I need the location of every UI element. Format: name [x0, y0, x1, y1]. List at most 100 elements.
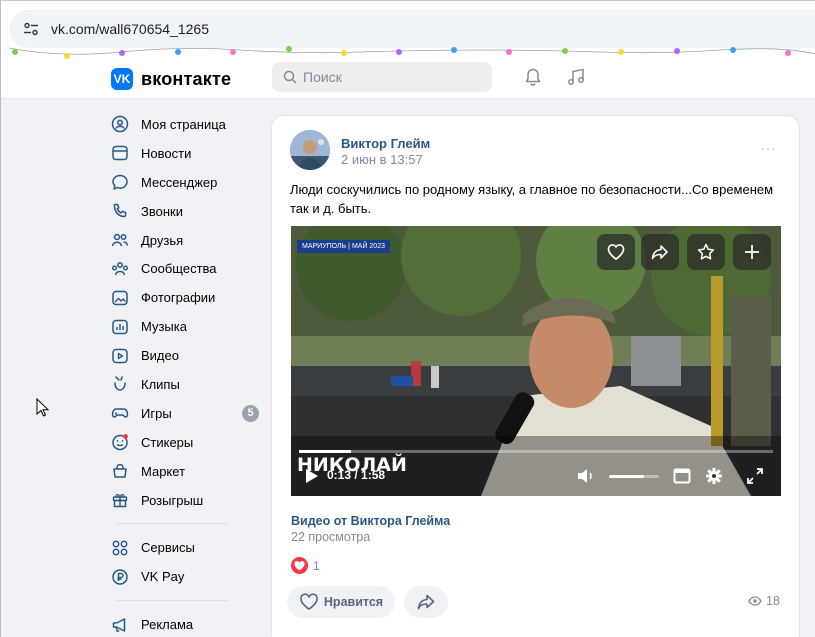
sidebar-item-label: Маркет	[141, 463, 186, 479]
profile-icon	[110, 114, 130, 134]
sidebar-item-friends[interactable]: Друзья	[106, 226, 266, 255]
volume-icon[interactable]	[577, 468, 599, 484]
chat-bubble-icon	[110, 172, 130, 192]
sidebar-item-label: Игры	[141, 405, 172, 421]
friends-icon	[110, 230, 130, 250]
ruble-icon	[110, 567, 130, 587]
sidebar-item-label: Сервисы	[141, 540, 195, 556]
bell-icon[interactable]	[523, 67, 543, 87]
site-settings-icon[interactable]	[23, 21, 39, 37]
heart-filled-icon	[291, 557, 308, 574]
sidebar-item-services[interactable]: Сервисы	[106, 533, 266, 562]
video-time: 0:13 / 1:58	[327, 468, 386, 482]
volume-level	[609, 475, 644, 478]
news-icon	[110, 143, 130, 163]
sidebar-item-label: Моя страница	[141, 116, 226, 132]
sidebar-item-ads[interactable]: Реклама	[106, 610, 266, 637]
search-input[interactable]: Поиск	[272, 62, 492, 92]
video-progress-fill	[299, 450, 352, 453]
sidebar-item-news[interactable]: Новости	[106, 139, 266, 168]
gift-icon	[110, 490, 130, 510]
sidebar-item-messenger[interactable]: Мессенджер	[106, 168, 266, 197]
sidebar-item-label: Фотографии	[141, 290, 216, 306]
sidebar-item-label: Мессенджер	[141, 174, 218, 190]
sidebar-item-communities[interactable]: Сообщества	[106, 254, 266, 283]
video-share-button[interactable]	[641, 234, 679, 270]
sidebar-item-stickers[interactable]: Стикеры	[106, 428, 266, 457]
communities-icon	[110, 259, 130, 279]
window-border	[1, 0, 815, 1]
video-title-link[interactable]: Видео от Виктора Глейма	[291, 514, 450, 528]
likes-summary[interactable]: 1	[291, 557, 320, 574]
video-controls: 0:13 / 1:58	[291, 462, 781, 490]
video-player[interactable]: МАРИУПОЛЬ | МАЙ 2023 НИКОЛАЙ 0:13 / 1:58	[291, 226, 781, 496]
video-bookmark-button[interactable]	[687, 234, 725, 270]
play-icon[interactable]	[305, 468, 319, 484]
vk-logo-text: вконтакте	[141, 68, 232, 89]
megaphone-icon	[110, 615, 130, 635]
post-date[interactable]: 2 июн в 13:57	[341, 152, 423, 167]
address-bar[interactable]: vk.com/wall670654_1265	[9, 10, 815, 48]
sidebar-divider	[116, 600, 229, 602]
services-icon	[110, 538, 130, 558]
sidebar-item-games[interactable]: Игры 5	[106, 399, 266, 428]
video-add-button[interactable]	[733, 234, 771, 270]
post-more-menu[interactable]: ···	[760, 140, 777, 156]
sidebar-item-calls[interactable]: Звонки	[106, 197, 266, 226]
vk-logo-mark: VK	[111, 68, 133, 90]
share-arrow-icon	[417, 594, 435, 610]
sidebar-item-market[interactable]: Маркет	[106, 457, 266, 486]
phone-icon	[110, 201, 130, 221]
sidebar-item-label: Звонки	[141, 203, 183, 219]
gamepad-icon	[110, 403, 130, 423]
fullscreen-icon[interactable]	[747, 468, 763, 484]
video-like-button[interactable]	[597, 234, 635, 270]
vk-logo[interactable]: VK вконтакте	[111, 68, 231, 90]
search-placeholder: Поиск	[303, 69, 342, 85]
like-button[interactable]: Нравится	[287, 586, 395, 618]
search-icon	[283, 70, 297, 84]
sidebar-item-label: Сообщества	[141, 261, 217, 277]
miniplayer-icon[interactable]	[673, 468, 691, 484]
sidebar-item-photos[interactable]: Фотографии	[106, 283, 266, 312]
likes-count: 1	[313, 558, 320, 573]
post-text: Люди соскучились по родному языку, а гла…	[290, 182, 774, 216]
share-button[interactable]	[404, 586, 448, 618]
sidebar-item-label: Новости	[141, 145, 192, 161]
heart-outline-icon	[300, 593, 318, 610]
volume-slider[interactable]	[609, 475, 659, 478]
bag-icon	[110, 461, 130, 481]
vk-header: VK вконтакте Поиск	[1, 55, 815, 99]
author-avatar[interactable]	[290, 130, 330, 170]
sidebar-item-label: Музыка	[141, 319, 187, 335]
sidebar-item-label: Розыгрыш	[141, 492, 204, 508]
post-author-name[interactable]: Виктор Глейм	[341, 136, 430, 151]
sidebar-item-my-page[interactable]: Моя страница	[106, 110, 266, 139]
sidebar-item-clips[interactable]: Клипы	[106, 370, 266, 399]
settings-gear-icon[interactable]	[705, 467, 723, 485]
browser-window: vk.com/wall670654_1265 VK вконтакте Поис…	[0, 0, 815, 637]
clips-icon	[110, 374, 130, 394]
music-icon	[110, 317, 130, 337]
sidebar-item-label: Клипы	[141, 376, 180, 392]
sidebar-item-music[interactable]: Музыка	[106, 312, 266, 341]
url-text[interactable]: vk.com/wall670654_1265	[51, 21, 209, 37]
games-counter-badge: 5	[242, 404, 259, 422]
video-location-tag: МАРИУПОЛЬ | МАЙ 2023	[297, 240, 390, 253]
sidebar-item-label: VK Pay	[141, 569, 185, 585]
like-button-label: Нравится	[323, 595, 384, 609]
sidebar-item-vkpay[interactable]: VK Pay	[106, 562, 266, 591]
sidebar-item-label: Реклама	[141, 617, 194, 633]
plus-icon	[745, 245, 759, 259]
video-progress-bar[interactable]	[299, 450, 773, 453]
sidebar-divider	[116, 523, 229, 525]
view-count-value: 18	[766, 594, 780, 608]
sidebar-item-label: Видео	[141, 348, 179, 364]
sidebar-item-video[interactable]: Видео	[106, 341, 266, 370]
video-icon	[110, 346, 130, 366]
photo-icon	[110, 288, 130, 308]
wall-post: Виктор Глейм 2 июн в 13:57 ··· Люди соск…	[272, 116, 799, 637]
music-note-icon[interactable]	[566, 67, 586, 87]
video-views: 22 просмотра	[291, 530, 371, 544]
sidebar-item-giveaway[interactable]: Розыгрыш	[106, 486, 266, 515]
